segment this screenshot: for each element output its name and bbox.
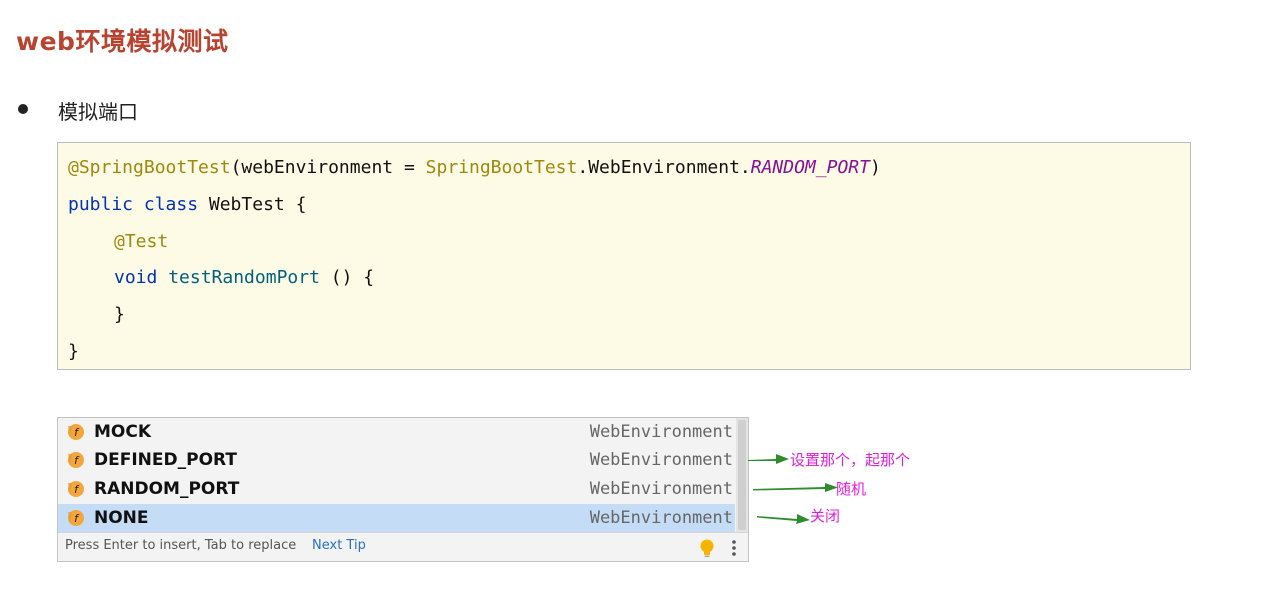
- code-text: WebTest {: [198, 194, 307, 215]
- field-icon: f: [68, 452, 84, 468]
- lightbulb-icon[interactable]: [698, 538, 716, 558]
- scrollbar[interactable]: [736, 418, 748, 532]
- completion-item-type: WebEnvironment: [589, 450, 733, 470]
- field-icon: f: [68, 424, 84, 440]
- completion-item-name: RANDOM_PORT: [94, 479, 240, 499]
- code-constant: RANDOM_PORT: [750, 157, 870, 178]
- completion-item-none[interactable]: f NONE WebEnvironment: [58, 504, 735, 532]
- footer-hint: Press Enter to insert, Tab to replace: [65, 538, 297, 553]
- code-keyword: public class: [68, 194, 199, 215]
- completion-item-mock[interactable]: f MOCK WebEnvironment: [58, 418, 735, 446]
- code-class-ref: SpringBootTest: [425, 157, 578, 178]
- note-random-port: 随机: [836, 480, 867, 498]
- next-tip-link[interactable]: Next Tip: [312, 538, 366, 553]
- more-vertical-icon[interactable]: [728, 539, 740, 557]
- code-method: testRandomPort: [168, 267, 320, 288]
- field-icon: f: [68, 510, 84, 526]
- completion-item-name: NONE: [94, 508, 149, 528]
- code-text: ): [869, 157, 881, 178]
- bullet-text: 模拟端口: [58, 100, 138, 124]
- completion-item-name: DEFINED_PORT: [94, 450, 237, 470]
- completion-item-random-port[interactable]: f RANDOM_PORT WebEnvironment: [58, 475, 735, 503]
- code-line-4: void testRandomPort () {: [114, 265, 374, 291]
- completion-popup: f MOCK WebEnvironment f DEFINED_PORT Web…: [57, 417, 749, 562]
- code-annotation: @Test: [114, 231, 169, 252]
- code-text: () {: [319, 267, 375, 288]
- completion-item-defined-port[interactable]: f DEFINED_PORT WebEnvironment: [58, 446, 735, 474]
- completion-item-name: MOCK: [94, 422, 152, 442]
- note-none: 关闭: [810, 507, 841, 525]
- arrow-icon: [753, 483, 838, 492]
- code-line-2: public class WebTest {: [68, 192, 306, 218]
- code-line-3: @Test: [114, 229, 168, 255]
- completion-item-type: WebEnvironment: [589, 479, 733, 499]
- code-line-6: }: [68, 339, 79, 365]
- completion-item-type: WebEnvironment: [589, 422, 733, 442]
- bullet-dot-icon: [18, 104, 28, 114]
- code-text: }: [68, 341, 79, 362]
- code-text: .WebEnvironment.: [577, 157, 751, 178]
- code-block: @SpringBootTest(webEnvironment = SpringB…: [57, 142, 1191, 370]
- completion-item-type: WebEnvironment: [589, 508, 733, 528]
- code-line-5: }: [114, 302, 125, 328]
- code-text: }: [114, 304, 125, 325]
- field-icon: f: [68, 481, 84, 497]
- note-defined-port: 设置那个，起那个: [790, 451, 911, 469]
- arrow-icon: [748, 454, 789, 464]
- arrow-icon: [757, 514, 810, 524]
- scrollbar-thumb[interactable]: [738, 420, 746, 530]
- code-text: (webEnvironment =: [230, 157, 426, 178]
- page-title: web环境模拟测试: [16, 27, 229, 56]
- code-line-1: @SpringBootTest(webEnvironment = SpringB…: [68, 155, 881, 181]
- code-annotation: @SpringBootTest: [68, 157, 231, 178]
- code-keyword: void: [114, 267, 158, 288]
- completion-footer: Press Enter to insert, Tab to replace Ne…: [58, 532, 748, 561]
